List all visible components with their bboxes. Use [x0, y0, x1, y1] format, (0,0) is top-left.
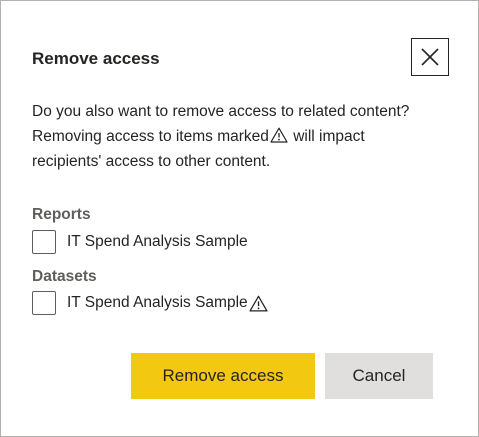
close-icon	[421, 48, 439, 66]
section-label-datasets: Datasets	[32, 268, 97, 285]
message-line-2: Removing access to items marked will imp…	[32, 124, 432, 174]
remove-access-dialog: Remove access Do you also want to remove…	[0, 0, 479, 437]
report-item[interactable]: IT Spend Analysis Sample	[32, 230, 248, 254]
cancel-button[interactable]: Cancel	[325, 353, 433, 399]
dataset-item-checkbox[interactable]	[32, 291, 56, 315]
dataset-item[interactable]: IT Spend Analysis Sample	[32, 291, 268, 315]
report-item-label: IT Spend Analysis Sample	[67, 233, 248, 250]
warning-icon	[270, 127, 288, 143]
message-line-1: Do you also want to remove access to rel…	[32, 103, 410, 120]
dataset-item-label: IT Spend Analysis Sample	[67, 294, 248, 311]
close-button[interactable]	[411, 38, 449, 76]
report-item-checkbox[interactable]	[32, 230, 56, 254]
remove-access-button[interactable]: Remove access	[131, 353, 315, 399]
dialog-title: Remove access	[32, 49, 160, 68]
section-label-reports: Reports	[32, 206, 91, 223]
message-line-2-start: Removing access to items marked	[32, 128, 269, 145]
warning-icon	[249, 295, 268, 312]
dialog-message: Do you also want to remove access to rel…	[32, 99, 432, 174]
